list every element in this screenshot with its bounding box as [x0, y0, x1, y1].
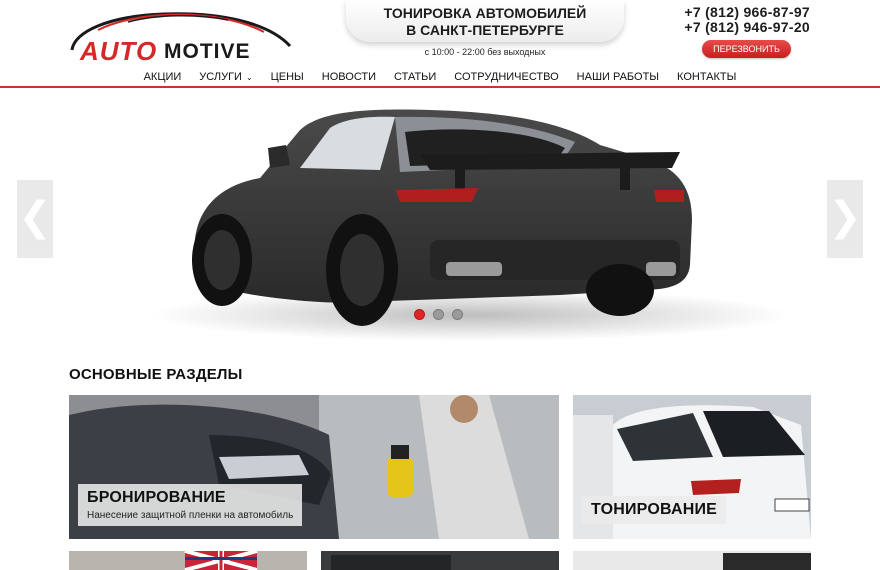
- sections-heading: ОСНОВНЫЕ РАЗДЕЛЫ: [69, 366, 243, 383]
- slogan-line-1: ТОНИРОВКА АВТОМОБИЛЕЙ: [383, 5, 587, 21]
- main-nav: АКЦИИ УСЛУГИ ⌄ ЦЕНЫ НОВОСТИ СТАТЬИ СОТРУД…: [0, 67, 880, 88]
- nav-item-prices[interactable]: ЦЕНЫ: [262, 67, 313, 86]
- nav-item-our-works[interactable]: НАШИ РАБОТЫ: [568, 67, 668, 86]
- nav-item-cooperation[interactable]: СОТРУДНИЧЕСТВО: [445, 67, 567, 86]
- section-card-5-photo: [573, 551, 811, 570]
- section-card-label: ТОНИРОВАНИЕ: [582, 496, 727, 524]
- hero-car-image: [150, 109, 790, 341]
- nav-item-label: ЦЕНЫ: [270, 71, 304, 83]
- nav-item-label: НАШИ РАБОТЫ: [576, 71, 660, 83]
- hero-slider: ❮ ❯: [0, 90, 880, 346]
- slider-dot-2[interactable]: [433, 309, 444, 320]
- site-logo[interactable]: AUTO MOTIVE: [68, 6, 296, 66]
- callback-button[interactable]: ПЕРЕЗВОНИТЬ: [702, 40, 791, 58]
- section-card-label: БРОНИРОВАНИЕ Нанесение защитной пленки н…: [78, 484, 303, 526]
- nav-item-label: СТАТЬИ: [394, 71, 437, 83]
- site-header: AUTO MOTIVE ТОНИРОВКА АВТОМОБИЛЕЙ В САНК…: [0, 0, 880, 66]
- phone-number-2[interactable]: +7 (812) 946-97-20: [684, 19, 810, 35]
- nav-item-contacts[interactable]: КОНТАКТЫ: [668, 67, 745, 86]
- section-card-4-photo: [321, 551, 559, 570]
- section-card-title: БРОНИРОВАНИЕ: [87, 489, 226, 506]
- slider-prev-button[interactable]: ❮: [17, 180, 53, 258]
- slogan-line-2: В САНКТ-ПЕТЕРБУРГЕ: [406, 22, 564, 38]
- slider-pagination: [414, 309, 463, 320]
- phone-number-1[interactable]: +7 (812) 966-87-97: [684, 4, 810, 20]
- nav-item-label: НОВОСТИ: [321, 71, 377, 83]
- nav-item-articles[interactable]: СТАТЬИ: [385, 67, 445, 86]
- chevron-down-icon: ⌄: [245, 73, 253, 82]
- slider-next-button[interactable]: ❯: [827, 180, 863, 258]
- header-slogan: ТОНИРОВКА АВТОМОБИЛЕЙ В САНКТ-ПЕТЕРБУРГЕ: [346, 0, 624, 42]
- section-card-title: ТОНИРОВАНИЕ: [591, 501, 718, 518]
- section-card-3[interactable]: [69, 551, 307, 570]
- section-card-3-photo: [69, 551, 307, 570]
- working-hours: с 10:00 - 22:00 без выходных: [424, 47, 546, 57]
- section-card-armoring[interactable]: БРОНИРОВАНИЕ Нанесение защитной пленки н…: [69, 395, 559, 539]
- logo-text-auto: AUTO: [80, 36, 158, 66]
- nav-item-label: АКЦИИ: [143, 71, 182, 83]
- logo-text-motive: MOTIVE: [164, 40, 251, 63]
- nav-item-label: УСЛУГИ: [199, 71, 242, 83]
- section-card-subtitle: Нанесение защитной пленки на автомобиль: [87, 510, 294, 521]
- slider-dot-1[interactable]: [414, 309, 425, 320]
- nav-item-news[interactable]: НОВОСТИ: [313, 67, 385, 86]
- nav-item-services[interactable]: УСЛУГИ ⌄: [190, 67, 261, 86]
- slider-dot-3[interactable]: [452, 309, 463, 320]
- section-card-5[interactable]: [573, 551, 811, 570]
- nav-item-label: КОНТАКТЫ: [677, 71, 737, 83]
- section-card-4[interactable]: [321, 551, 559, 570]
- nav-item-label: СОТРУДНИЧЕСТВО: [454, 71, 559, 83]
- section-card-tinting[interactable]: ТОНИРОВАНИЕ: [573, 395, 811, 539]
- nav-item-promotions[interactable]: АКЦИИ: [135, 67, 191, 86]
